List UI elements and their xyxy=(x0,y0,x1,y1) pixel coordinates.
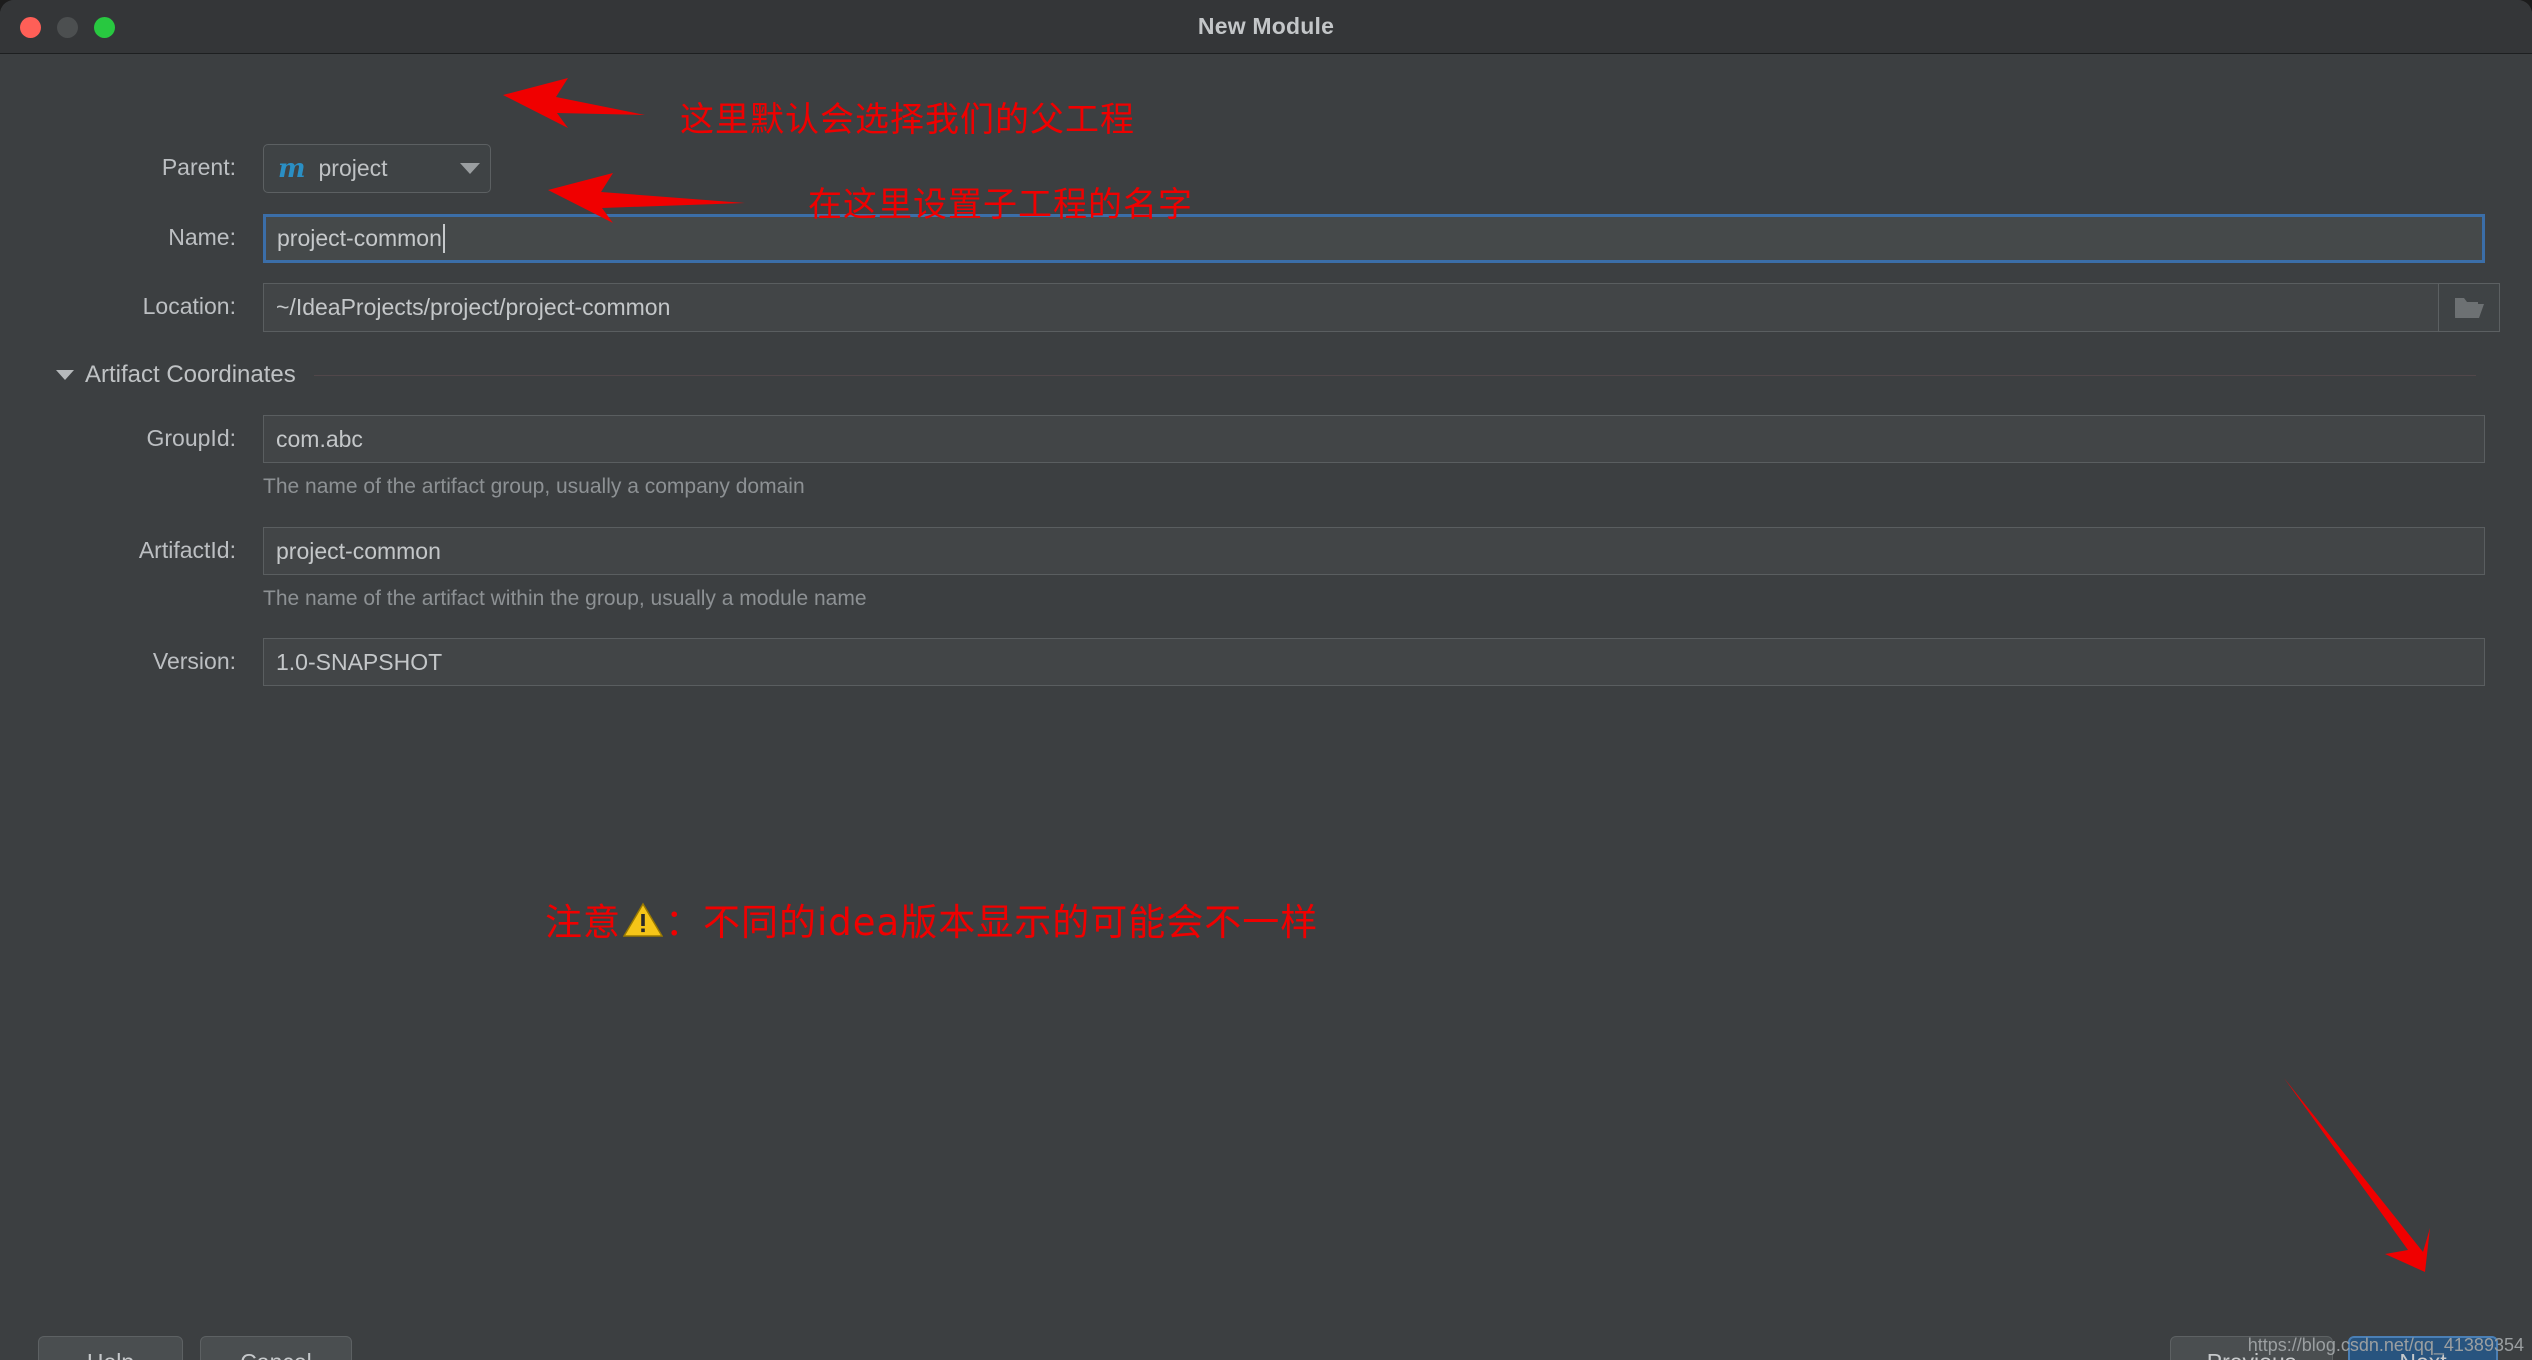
parent-dropdown[interactable]: m project xyxy=(263,144,491,193)
version-label: Version: xyxy=(152,648,236,674)
maven-m-icon: m xyxy=(278,153,306,184)
groupid-hint: The name of the artifact group, usually … xyxy=(263,475,805,498)
name-input-value: project-common xyxy=(277,225,442,251)
artifactid-input[interactable]: project-common xyxy=(263,527,2485,575)
artifactid-input-value: project-common xyxy=(276,537,441,564)
artifact-coordinates-title: Artifact Coordinates xyxy=(85,361,296,388)
parent-dropdown-value: project xyxy=(318,155,388,181)
version-input-value: 1.0-SNAPSHOT xyxy=(276,648,443,675)
dialog-body: Parent: m project Name: project-common L… xyxy=(0,54,2532,1360)
groupid-label: GroupId: xyxy=(146,425,237,451)
section-divider xyxy=(313,374,2476,376)
name-label: Name: xyxy=(168,224,236,250)
artifact-coordinates-section-header[interactable]: Artifact Coordinates xyxy=(56,358,2476,392)
watermark: https://blog.csdn.net/qq_41389354 xyxy=(2247,1335,2524,1355)
triangle-down-icon xyxy=(56,370,74,380)
location-label: Location: xyxy=(142,293,236,319)
location-input[interactable]: ~/IdeaProjects/project/project-common xyxy=(263,283,2485,332)
groupid-input-value: com.abc xyxy=(276,425,363,452)
location-input-value: ~/IdeaProjects/project/project-common xyxy=(276,294,671,320)
text-cursor xyxy=(442,224,445,253)
chevron-down-icon xyxy=(460,163,480,174)
folder-icon xyxy=(2455,297,2484,318)
version-input[interactable]: 1.0-SNAPSHOT xyxy=(263,638,2485,686)
new-module-dialog: New Module Parent: m project Name: proje… xyxy=(0,0,2532,1360)
artifactid-label: ArtifactId: xyxy=(138,537,236,563)
parent-label: Parent: xyxy=(161,154,236,180)
cancel-button[interactable]: Cancel xyxy=(200,1336,352,1360)
groupid-input[interactable]: com.abc xyxy=(263,415,2485,463)
title-bar: New Module xyxy=(0,0,2532,54)
window-title: New Module xyxy=(1197,13,1335,39)
help-button[interactable]: Help xyxy=(38,1336,183,1360)
location-browse-button[interactable] xyxy=(2438,283,2500,332)
artifactid-hint: The name of the artifact within the grou… xyxy=(263,587,867,610)
name-input[interactable]: project-common xyxy=(263,214,2485,263)
